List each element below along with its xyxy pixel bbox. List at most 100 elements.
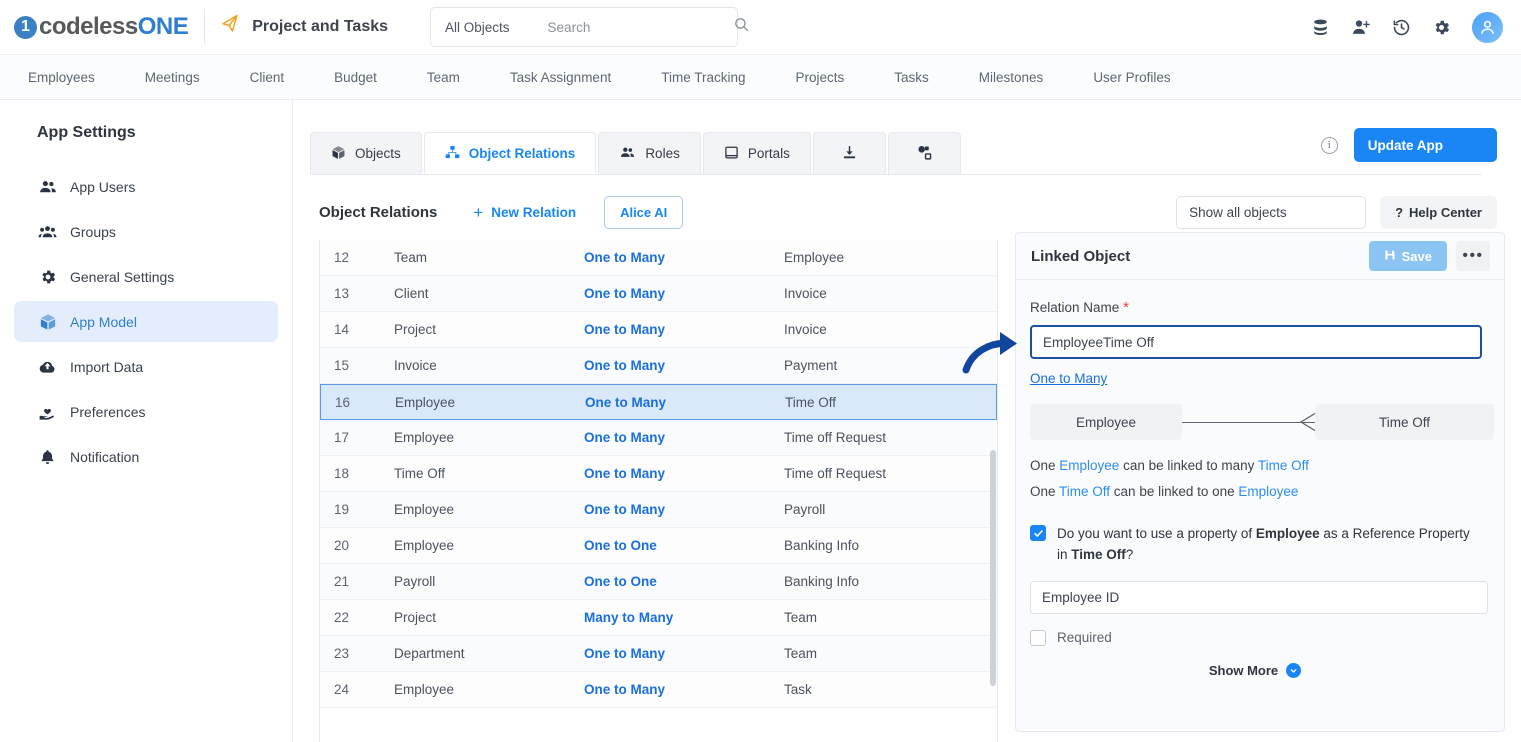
cell-relation-type[interactable]: One to Many: [584, 286, 784, 301]
sidebar-item-label: Groups: [70, 223, 116, 240]
cell-relation-type[interactable]: One to Many: [584, 682, 784, 697]
show-more-label: Show More: [1208, 663, 1279, 678]
nav-item-meetings[interactable]: Meetings: [145, 70, 232, 85]
logo-text-primary: codeless: [39, 13, 138, 40]
cell-id: 16: [335, 394, 351, 410]
info-icon[interactable]: i: [1320, 136, 1338, 154]
alice-ai-button[interactable]: Alice AI: [604, 195, 684, 229]
sidebar-item-general-settings[interactable]: General Settings: [14, 256, 278, 297]
save-button[interactable]: Save: [1368, 241, 1447, 271]
project-selector[interactable]: Project and Tasks: [221, 14, 388, 40]
table-row[interactable]: 13 Client One to Many Invoice: [320, 276, 997, 312]
table-row[interactable]: 22 Project Many to Many Team: [320, 600, 997, 636]
hand-heart-icon: [38, 403, 57, 421]
cell-id: 13: [334, 286, 350, 301]
add-user-icon[interactable]: [1351, 18, 1371, 37]
tab-portals[interactable]: Portals: [702, 132, 811, 174]
nav-item-task-assignment[interactable]: Task Assignment: [510, 70, 643, 85]
cell-relation-type[interactable]: One to Many: [584, 502, 784, 517]
table-row-selected[interactable]: 16 Employee One to Many Time Off: [320, 384, 997, 420]
cell-related-object: Banking Info: [784, 574, 860, 589]
nav-item-budget[interactable]: Budget: [334, 70, 409, 85]
sidebar-item-app-model[interactable]: App Model: [14, 301, 278, 342]
cell-id: 20: [334, 538, 350, 553]
update-app-button[interactable]: Update App: [1353, 128, 1497, 162]
cell-id: 24: [334, 682, 350, 697]
search-scope-dropdown[interactable]: All Objects: [431, 20, 535, 35]
search-input[interactable]: [534, 19, 733, 35]
cell-object: Employee: [394, 502, 455, 517]
nav-item-team[interactable]: Team: [427, 70, 492, 85]
nodes-icon: [916, 144, 933, 164]
nav-item-client[interactable]: Client: [250, 70, 317, 85]
reference-property-checkbox[interactable]: [1030, 525, 1046, 541]
relations-table[interactable]: 12 Team One to Many Employee 13 Client O…: [319, 240, 998, 742]
show-all-objects-label: Show all objects: [1189, 204, 1287, 220]
cell-relation-type[interactable]: One to Many: [585, 395, 785, 410]
sentence1-pre: One: [1030, 458, 1060, 473]
cell-relation-type[interactable]: One to Many: [584, 430, 784, 445]
table-scrollbar-thumb[interactable]: [990, 450, 996, 686]
sidebar-item-notification[interactable]: Notification: [14, 436, 278, 477]
cell-relation-type[interactable]: One to Many: [584, 646, 784, 661]
sidebar-item-groups[interactable]: Groups: [14, 211, 278, 252]
nav-item-time-tracking[interactable]: Time Tracking: [661, 70, 777, 85]
sidebar-item-preferences[interactable]: Preferences: [14, 391, 278, 432]
cell-related-object: Payment: [784, 358, 838, 373]
table-row[interactable]: 15 Invoice One to Many Payment: [320, 348, 997, 384]
gear-icon[interactable]: [1432, 18, 1451, 37]
history-icon[interactable]: [1392, 18, 1411, 37]
cell-relation-type[interactable]: One to Many: [584, 322, 784, 337]
nav-item-projects[interactable]: Projects: [795, 70, 876, 85]
show-more-button[interactable]: Show More: [1030, 663, 1480, 678]
required-checkbox[interactable]: [1030, 630, 1046, 646]
panel-body: Relation Name * One to Many Employee: [1016, 280, 1504, 678]
avatar[interactable]: [1472, 11, 1503, 43]
nav-item-employees[interactable]: Employees: [28, 70, 127, 85]
cell-relation-type[interactable]: One to Many: [584, 358, 784, 373]
nav-item-tasks[interactable]: Tasks: [894, 70, 961, 85]
tab-objects[interactable]: Objects: [310, 132, 422, 174]
table-row[interactable]: 12 Team One to Many Employee: [320, 240, 997, 276]
cell-relation-type[interactable]: One to One: [584, 574, 784, 589]
save-label: Save: [1401, 248, 1432, 264]
cell-related-object: Payroll: [784, 502, 826, 517]
relation-name-input[interactable]: [1030, 325, 1482, 359]
cell-relation-type[interactable]: One to Many: [584, 250, 784, 265]
table-row[interactable]: 18 Time Off One to Many Time off Request: [320, 456, 997, 492]
new-relation-button[interactable]: + New Relation: [473, 204, 576, 221]
reference-object-2: Time Off: [1071, 547, 1126, 562]
cell-relation-type[interactable]: Many to Many: [584, 610, 784, 625]
sidebar-item-import-data[interactable]: Import Data: [14, 346, 278, 387]
nav-item-user-profiles[interactable]: User Profiles: [1093, 70, 1202, 85]
table-row[interactable]: 21 Payroll One to One Banking Info: [320, 564, 997, 600]
table-row[interactable]: 19 Employee One to Many Payroll: [320, 492, 997, 528]
nav-item-milestones[interactable]: Milestones: [979, 70, 1076, 85]
tab-object-relations[interactable]: Object Relations: [423, 132, 597, 174]
database-icon[interactable]: [1311, 18, 1330, 37]
table-row[interactable]: 14 Project One to Many Invoice: [320, 312, 997, 348]
panel-more-button[interactable]: •••: [1456, 241, 1490, 271]
sidebar-item-app-users[interactable]: App Users: [14, 166, 278, 207]
tab-nodes[interactable]: [887, 132, 961, 174]
table-row[interactable]: 24 Employee One to Many Task: [320, 672, 997, 708]
table-row[interactable]: 23 Department One to Many Team: [320, 636, 997, 672]
tab-roles[interactable]: Roles: [598, 132, 701, 174]
cell-object: Employee: [394, 430, 455, 445]
cell-object: Department: [394, 646, 465, 661]
relation-type-link[interactable]: One to Many: [1030, 371, 1107, 386]
app-logo[interactable]: 1 codelessONE: [0, 13, 189, 41]
table-row[interactable]: 17 Employee One to Many Time off Request: [320, 420, 997, 456]
cell-relation-type[interactable]: One to One: [584, 538, 784, 553]
cell-object: Project: [394, 610, 437, 625]
show-all-objects-dropdown[interactable]: Show all objects: [1176, 195, 1367, 229]
property-select[interactable]: Employee ID: [1030, 581, 1488, 614]
cell-related-object: Employee: [784, 250, 845, 265]
table-row[interactable]: 20 Employee One to One Banking Info: [320, 528, 997, 564]
new-relation-label: New Relation: [491, 204, 577, 220]
nav-label: Milestones: [978, 69, 1044, 85]
tab-download[interactable]: [812, 132, 886, 174]
cell-relation-type[interactable]: One to Many: [584, 466, 784, 481]
help-center-button[interactable]: ? Help Center: [1380, 195, 1497, 229]
search-icon[interactable]: [733, 16, 750, 38]
